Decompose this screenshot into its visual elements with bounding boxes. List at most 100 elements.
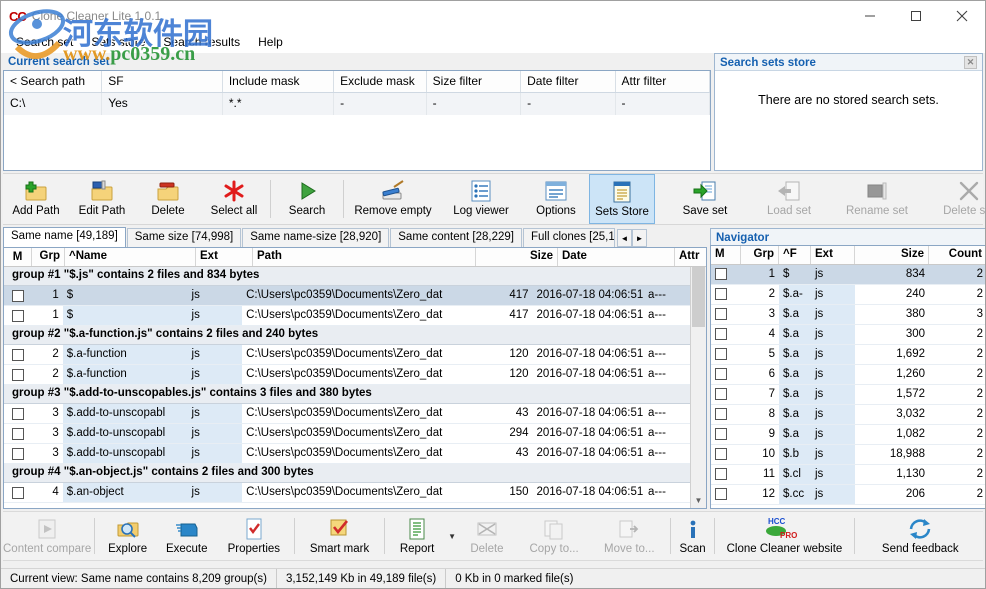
close-button[interactable] (939, 1, 985, 31)
select-all-button[interactable]: Select all (201, 174, 267, 224)
list-item[interactable]: 9 $.a js 1,082 2 (711, 425, 986, 445)
column-attr-filter[interactable]: Attr filter (616, 71, 710, 92)
list-item[interactable]: 5 $.a js 1,692 2 (711, 345, 986, 365)
nav-column-header-m[interactable]: M (711, 246, 741, 264)
list-item[interactable]: 8 $.a js 3,032 2 (711, 405, 986, 425)
load-set-button[interactable]: Load set (747, 174, 831, 224)
send-feedback-button[interactable]: Send feedback (858, 512, 983, 560)
search-set-grid[interactable]: < Search path SF Include mask Exclude ma… (3, 70, 711, 171)
tab-scroll-left-button[interactable]: ◄ (617, 229, 632, 247)
table-row[interactable]: 2 $.a-function js C:\Users\pc0359\Docume… (4, 345, 690, 365)
scroll-down-arrow[interactable]: ▼ (695, 493, 703, 508)
search-button[interactable]: Search (274, 174, 340, 224)
column-header-name[interactable]: ^Name (65, 248, 196, 266)
nav-mark-checkbox[interactable] (711, 385, 741, 404)
remove-empty-button[interactable]: Remove empty (347, 174, 439, 224)
nav-mark-checkbox[interactable] (711, 405, 741, 424)
nav-mark-checkbox[interactable] (711, 345, 741, 364)
table-row[interactable]: 4 $.an-object js C:\Users\pc0359\Documen… (4, 483, 690, 503)
list-item[interactable]: 10 $.b js 18,988 2 (711, 445, 986, 465)
nav-mark-checkbox[interactable] (711, 325, 741, 344)
nav-mark-checkbox[interactable] (711, 305, 741, 324)
delete-set-button[interactable]: Delete set (923, 174, 986, 224)
nav-mark-checkbox[interactable] (711, 445, 741, 464)
navigator-list-view[interactable]: M Grp ^F Ext Size Count ▲ (710, 245, 986, 509)
row-mark-checkbox[interactable] (4, 404, 31, 423)
column-exclude-mask[interactable]: Exclude mask (334, 71, 427, 92)
list-item[interactable]: 11 $.cl js 1,130 2 (711, 465, 986, 485)
column-header-size[interactable]: Size (476, 248, 558, 266)
row-mark-checkbox[interactable] (4, 365, 31, 384)
close-icon[interactable]: ✕ (964, 56, 977, 69)
row-mark-checkbox[interactable] (4, 444, 31, 463)
tab-same-size[interactable]: Same size [74,998] (127, 228, 241, 247)
options-button[interactable]: Options (523, 174, 589, 224)
scan-button[interactable]: Scan (674, 512, 712, 560)
list-item[interactable]: 7 $.a js 1,572 2 (711, 385, 986, 405)
nav-column-header-f[interactable]: ^F (779, 246, 811, 264)
table-row[interactable]: 3 $.add-to-unscopabl js C:\Users\pc0359\… (4, 404, 690, 424)
row-mark-checkbox[interactable] (4, 483, 31, 502)
column-header-attr[interactable]: Attr (675, 248, 707, 266)
column-header-date[interactable]: Date (558, 248, 675, 266)
minimize-button[interactable] (847, 1, 893, 31)
edit-path-button[interactable]: Edit Path (69, 174, 135, 224)
explore-button[interactable]: Explore (98, 512, 157, 560)
column-header-m[interactable]: M (4, 248, 32, 266)
content-compare-button[interactable]: Content compare (3, 512, 91, 560)
nav-column-header-grp[interactable]: Grp (741, 246, 779, 264)
tab-same-name[interactable]: Same name [49,189] (3, 227, 126, 247)
menu-item-search-results[interactable]: Search results (154, 33, 249, 51)
rename-set-button[interactable]: Rename set (831, 174, 923, 224)
move-to-button[interactable]: Move to... (592, 512, 667, 560)
table-row[interactable]: 3 $.add-to-unscopabl js C:\Users\pc0359\… (4, 424, 690, 444)
tab-scroll-right-button[interactable]: ► (632, 229, 647, 247)
row-mark-checkbox[interactable] (4, 345, 31, 364)
list-item[interactable]: 3 $.a js 380 3 (711, 305, 986, 325)
column-header-ext[interactable]: Ext (196, 248, 253, 266)
list-item[interactable]: 6 $.a js 1,260 2 (711, 365, 986, 385)
table-row[interactable]: 1 $ js C:\Users\pc0359\Documents\Zero_da… (4, 306, 690, 326)
column-date-filter[interactable]: Date filter (521, 71, 615, 92)
list-item[interactable]: 2 $.a- js 240 2 (711, 285, 986, 305)
search-set-row[interactable]: C:\ Yes *.* - - - - (4, 93, 710, 115)
maximize-button[interactable] (893, 1, 939, 31)
nav-mark-checkbox[interactable] (711, 265, 741, 284)
nav-column-header-count[interactable]: Count (929, 246, 986, 264)
row-mark-checkbox[interactable] (4, 306, 31, 325)
nav-column-header-ext[interactable]: Ext (811, 246, 855, 264)
table-row[interactable]: 2 $.a-function js C:\Users\pc0359\Docume… (4, 365, 690, 385)
nav-mark-checkbox[interactable] (711, 485, 741, 504)
smart-mark-button[interactable]: Smart mark (298, 512, 380, 560)
execute-button[interactable]: Execute (157, 512, 216, 560)
column-sf[interactable]: SF (102, 71, 223, 92)
delete-button[interactable]: Delete (457, 512, 516, 560)
list-item[interactable]: 1 $ js 834 2 (711, 265, 986, 285)
menu-item-sets-store[interactable]: Sets store (82, 33, 154, 51)
log-viewer-button[interactable]: Log viewer (439, 174, 523, 224)
delete-path-button[interactable]: Delete (135, 174, 201, 224)
tab-full-clones[interactable]: Full clones [25,12 (523, 228, 615, 247)
add-path-button[interactable]: Add Path (3, 174, 69, 224)
sets-store-button[interactable]: Sets Store (589, 174, 655, 224)
nav-mark-checkbox[interactable] (711, 285, 741, 304)
chevron-down-icon[interactable]: ▼ (447, 512, 458, 560)
results-vertical-scrollbar[interactable]: ▼ (690, 267, 706, 508)
row-mark-checkbox[interactable] (4, 286, 31, 305)
column-search-path[interactable]: < Search path (4, 71, 102, 92)
nav-mark-checkbox[interactable] (711, 365, 741, 384)
column-size-filter[interactable]: Size filter (427, 71, 521, 92)
nav-mark-checkbox[interactable] (711, 465, 741, 484)
scrollbar-thumb[interactable] (692, 267, 705, 327)
nav-mark-checkbox[interactable] (711, 425, 741, 444)
row-mark-checkbox[interactable] (4, 424, 31, 443)
tab-same-content[interactable]: Same content [28,229] (390, 228, 522, 247)
save-set-button[interactable]: Save set (663, 174, 747, 224)
column-header-path[interactable]: Path (253, 248, 476, 266)
report-button[interactable]: Report (388, 512, 447, 560)
results-list-view[interactable]: M Grp ^Name Ext Path Size Date Attr ▲ (3, 248, 707, 509)
list-item[interactable]: 4 $.a js 300 2 (711, 325, 986, 345)
clone-cleaner-website-button[interactable]: HCC PRO Clone Cleaner website (718, 512, 850, 560)
menu-item-search-set[interactable]: Search set (7, 33, 82, 51)
table-row[interactable]: 3 $.add-to-unscopabl js C:\Users\pc0359\… (4, 444, 690, 464)
